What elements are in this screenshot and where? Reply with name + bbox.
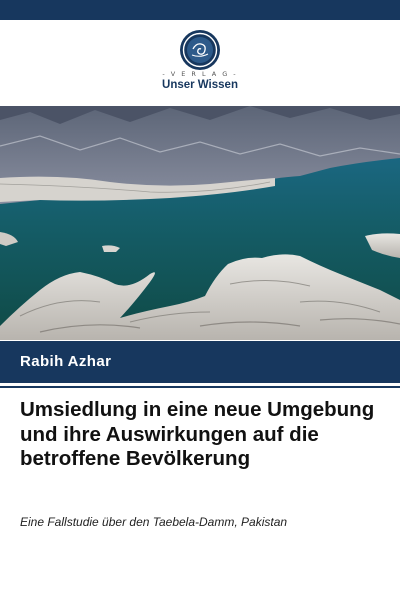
top-band xyxy=(0,0,400,20)
author-band: Rabih Azhar xyxy=(0,341,400,383)
cover-photo xyxy=(0,106,400,340)
book-title: Umsiedlung in eine neue Umgebung und ihr… xyxy=(20,398,375,470)
author-name: Rabih Azhar xyxy=(20,353,112,370)
publisher-name: Unser Wissen xyxy=(162,79,238,91)
publisher-verlag-label: - V E R L A G - xyxy=(162,70,238,78)
title-divider xyxy=(0,386,400,388)
book-subtitle: Eine Fallstudie über den Taebela-Damm, P… xyxy=(20,515,288,529)
globe-badge-icon xyxy=(180,30,220,70)
publisher-logo: - V E R L A G - Unser Wissen xyxy=(0,26,400,96)
